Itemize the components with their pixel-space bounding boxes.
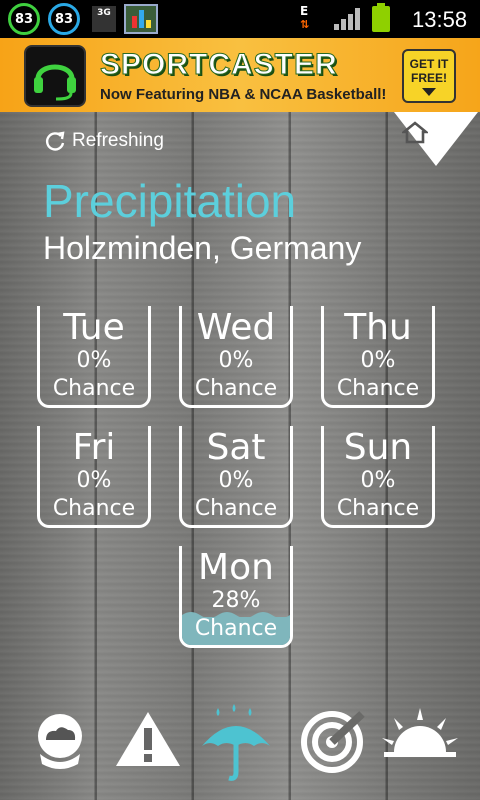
network-type-label: 3G <box>97 8 111 18</box>
precip-percent: 0% <box>360 348 396 373</box>
page-title: Precipitation <box>43 175 297 227</box>
ad-subtitle: Now Featuring NBA & NCAA Basketball! <box>100 86 387 103</box>
precip-percent: 0% <box>76 348 112 373</box>
chance-label: Chance <box>52 496 136 521</box>
umbrella-rain-icon[interactable] <box>196 700 276 784</box>
chance-label: Chance <box>336 496 420 521</box>
precip-percent: 0% <box>218 468 254 493</box>
day-card[interactable]: Mon 28% Chance <box>179 546 293 648</box>
get-it-free-button[interactable]: GET IT FREE! <box>402 49 456 103</box>
day-name: Fri <box>72 427 116 468</box>
memory-percent-label: 83 <box>54 11 74 27</box>
signal-icon <box>334 8 360 30</box>
chance-label: Chance <box>336 376 420 401</box>
memory-widget-icon: 83 <box>48 3 80 35</box>
chance-label: Chance <box>194 376 278 401</box>
day-name: Mon <box>198 547 274 588</box>
3g-icon: 3G <box>92 6 116 32</box>
day-card[interactable]: Tue 0% Chance <box>37 306 151 408</box>
day-name: Wed <box>196 307 276 348</box>
ad-title: SPORTCASTER <box>100 48 338 82</box>
status-bar: 83 83 3G E ⇅ 13:58 <box>0 0 480 38</box>
location-label[interactable]: Holzminden, Germany <box>43 230 361 267</box>
day-name: Tue <box>63 307 125 348</box>
download-arrow-icon <box>422 88 436 96</box>
battery-icon <box>372 3 390 32</box>
data-type-label: E <box>300 4 309 18</box>
radar-icon[interactable] <box>292 700 372 784</box>
cta-line-1: GET IT <box>409 57 449 71</box>
precip-percent: 0% <box>76 468 112 493</box>
sunrise-icon[interactable] <box>380 700 460 784</box>
chance-label: Chance <box>194 496 278 521</box>
day-card[interactable]: Fri 0% Chance <box>37 426 151 528</box>
day-card[interactable]: Wed 0% Chance <box>179 306 293 408</box>
day-card[interactable]: Sun 0% Chance <box>321 426 435 528</box>
warning-icon[interactable] <box>108 700 188 784</box>
day-name: Thu <box>344 307 412 348</box>
precip-percent: 0% <box>360 468 396 493</box>
home-icon[interactable] <box>400 120 430 144</box>
app-notification-icon <box>124 4 158 34</box>
headset-logo-icon <box>24 45 86 107</box>
refresh-icon <box>46 131 65 151</box>
day-card[interactable]: Sat 0% Chance <box>179 426 293 528</box>
chance-label: Chance <box>194 616 278 641</box>
precip-percent: 0% <box>218 348 254 373</box>
battery-widget-icon: 83 <box>8 3 40 35</box>
forecast-globe-icon[interactable] <box>20 700 100 784</box>
refresh-indicator[interactable]: Refreshing <box>44 130 164 152</box>
clock: 13:58 <box>412 7 468 32</box>
refresh-label: Refreshing <box>72 130 164 151</box>
cta-line-2: FREE! <box>411 71 447 85</box>
data-activity-icon: E ⇅ <box>300 4 310 31</box>
battery-percent-label: 83 <box>14 11 34 27</box>
day-name: Sun <box>343 427 413 468</box>
chance-label: Chance <box>52 376 136 401</box>
day-name: Sat <box>206 427 266 468</box>
day-card[interactable]: Thu 0% Chance <box>321 306 435 408</box>
